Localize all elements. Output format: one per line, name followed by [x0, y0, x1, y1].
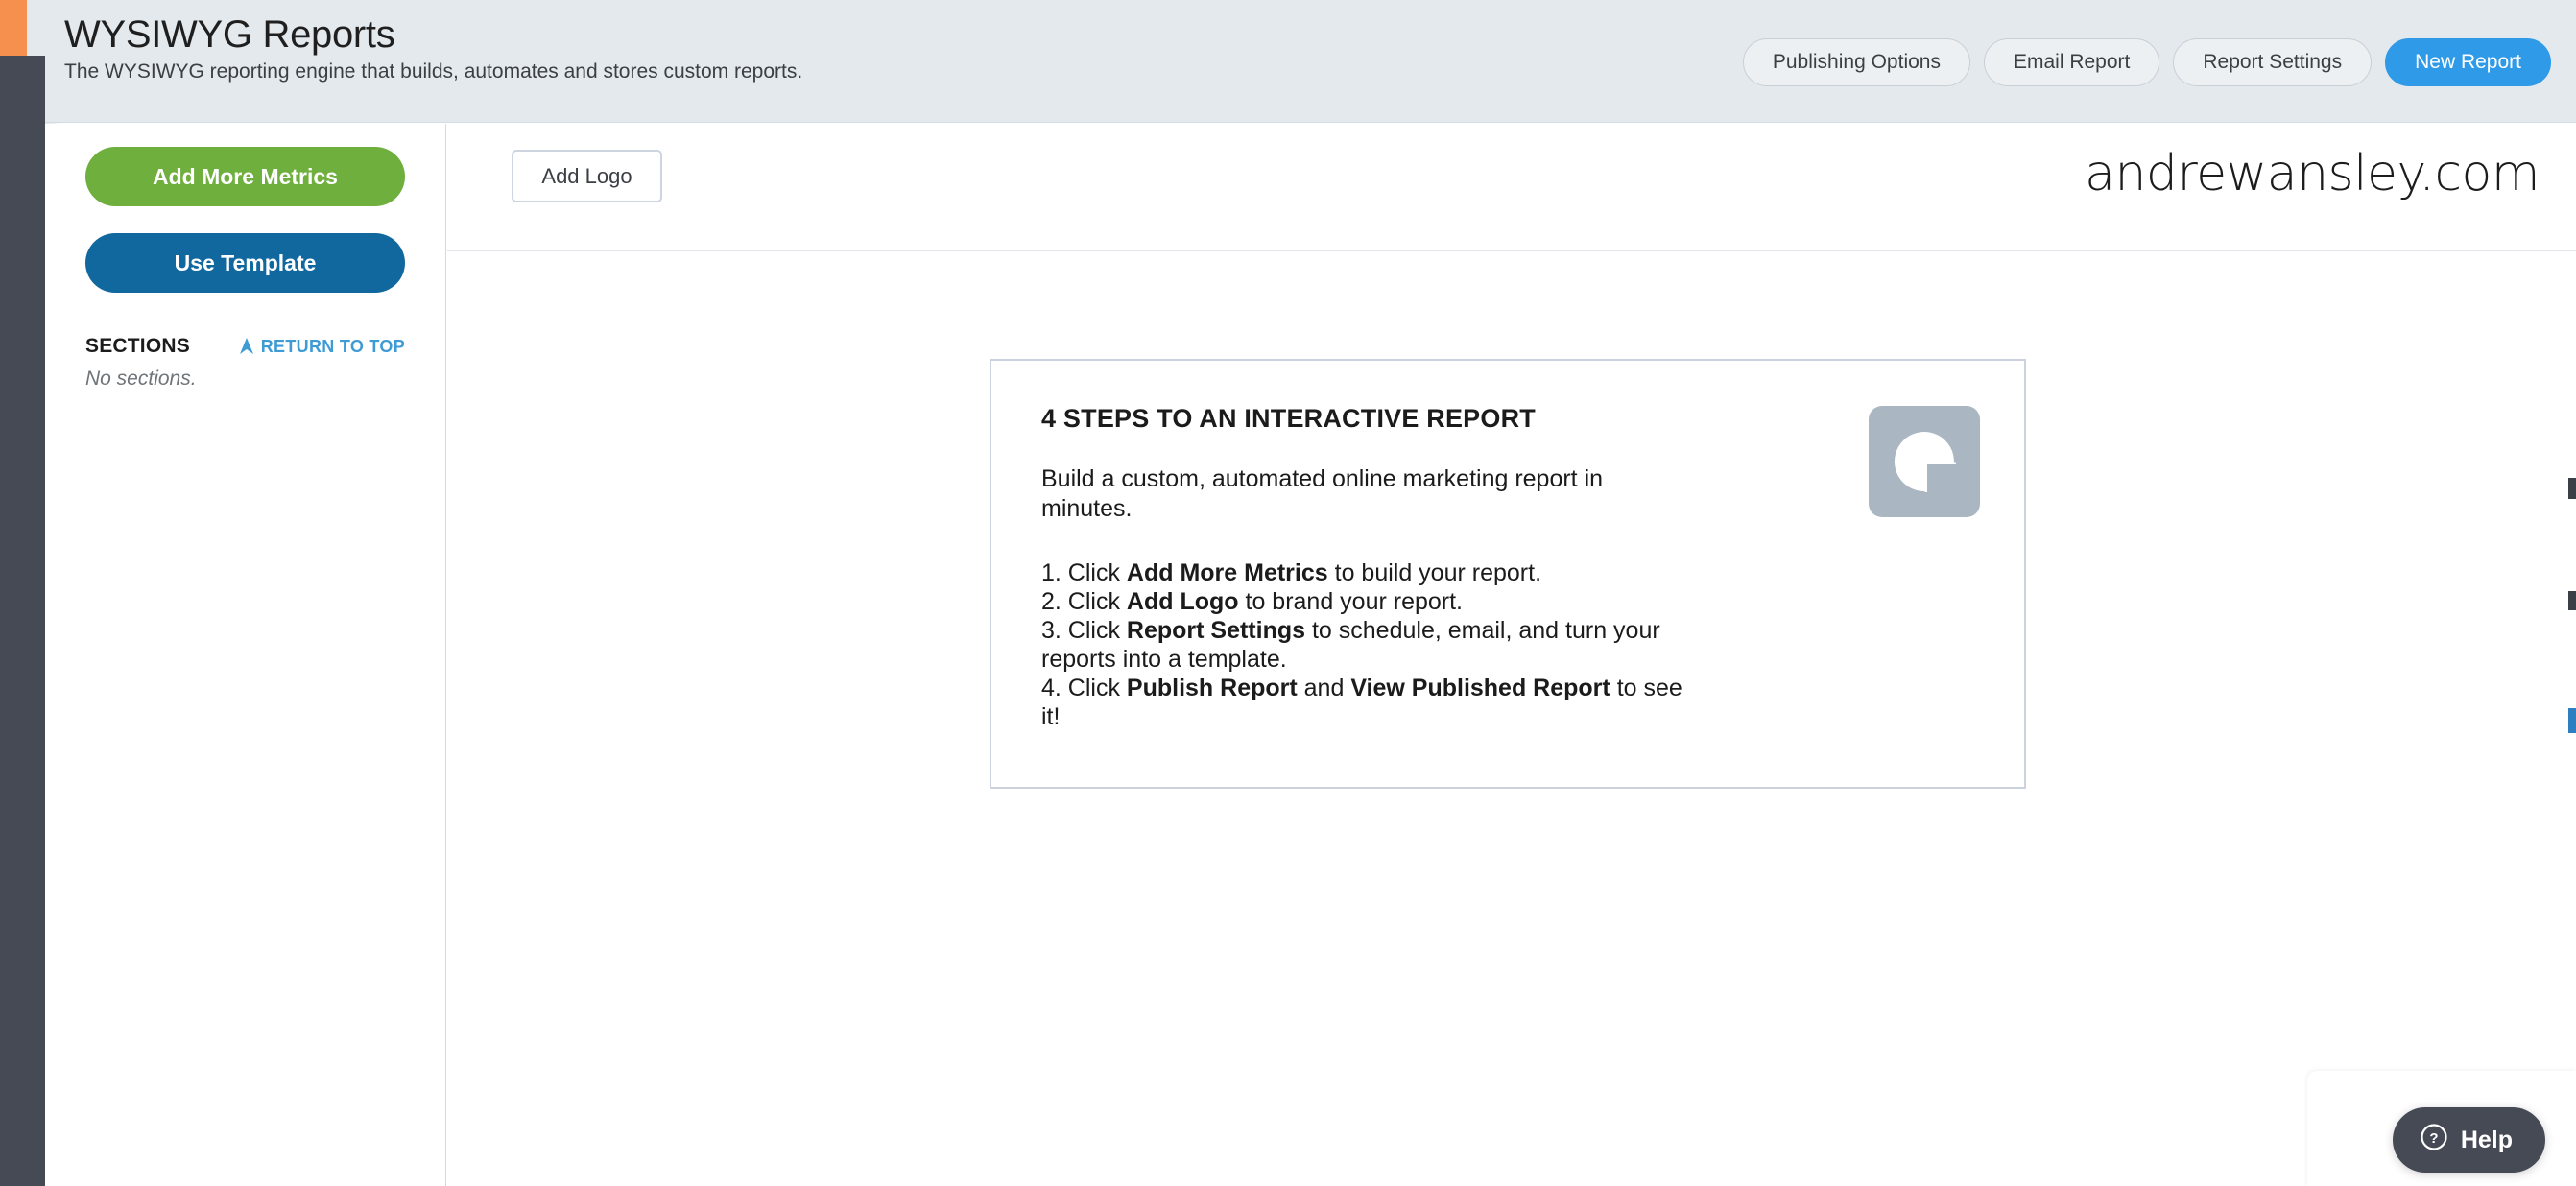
sections-heading: SECTIONS — [85, 335, 190, 357]
sections-empty-state: No sections. — [85, 368, 197, 390]
global-nav-orange-strip — [0, 0, 27, 56]
return-to-top-label: RETURN TO TOP — [260, 336, 405, 356]
onboarding-card-lead: Build a custom, automated online marketi… — [1041, 465, 1604, 522]
page-title: WYSIWYG Reports — [64, 13, 395, 56]
help-button[interactable]: ? Help — [2392, 1107, 2545, 1173]
add-more-metrics-button[interactable]: Add More Metrics — [85, 147, 405, 206]
onboarding-card-title: 4 STEPS TO AN INTERACTIVE REPORT — [1041, 404, 1536, 433]
new-report-button[interactable]: New Report — [2385, 38, 2551, 86]
arrow-up-icon — [239, 338, 254, 355]
add-logo-button[interactable]: Add Logo — [512, 150, 662, 202]
report-sidebar: Add More Metrics Use Template SECTIONS R… — [45, 124, 446, 1186]
page-subtitle: The WYSIWYG reporting engine that builds… — [64, 60, 803, 83]
page-header: WYSIWYG Reports The WYSIWYG reporting en… — [45, 0, 2576, 123]
header-left-filler — [27, 0, 45, 56]
report-settings-button[interactable]: Report Settings — [2173, 38, 2373, 86]
app-root: WYSIWYG Reports The WYSIWYG reporting en… — [0, 0, 2576, 1186]
header-actions: Publishing Options Email Report Report S… — [1742, 38, 2551, 86]
onboarding-step-2: 2. Click Add Logo to brand your report. — [1041, 588, 1464, 615]
help-button-label: Help — [2460, 1126, 2513, 1153]
sections-header-row: SECTIONS RETURN TO TOP — [85, 335, 405, 358]
onboarding-card-steps: 1. Click Add More Metrics to build your … — [1041, 558, 1694, 731]
svg-text:?: ? — [2429, 1130, 2438, 1147]
global-nav-dark-strip[interactable] — [0, 56, 45, 1186]
right-edge-sliver-blue — [2568, 708, 2576, 733]
publishing-options-button[interactable]: Publishing Options — [1742, 38, 1970, 86]
onboarding-step-3: 3. Click Report Settings to schedule, em… — [1041, 617, 1660, 673]
report-site-domain: andrewansley.com — [2085, 145, 2540, 202]
pie-chart-icon — [1869, 406, 1980, 517]
right-edge-sliver-mid — [2568, 591, 2576, 610]
header-titles: WYSIWYG Reports The WYSIWYG reporting en… — [64, 12, 802, 84]
question-circle-icon: ? — [2420, 1123, 2448, 1158]
email-report-button[interactable]: Email Report — [1983, 38, 2160, 86]
right-edge-sliver-top — [2568, 478, 2576, 499]
use-template-button[interactable]: Use Template — [85, 233, 405, 293]
onboarding-step-4: 4. Click Publish Report and View Publish… — [1041, 675, 1682, 730]
report-logo-row: Add Logo andrewansley.com — [447, 124, 2576, 251]
return-to-top-link[interactable]: RETURN TO TOP — [239, 337, 405, 357]
report-canvas: Add Logo andrewansley.com 4 STEPS TO AN … — [447, 124, 2576, 1186]
onboarding-card: 4 STEPS TO AN INTERACTIVE REPORT Build a… — [990, 359, 2026, 789]
onboarding-step-1: 1. Click Add More Metrics to build your … — [1041, 559, 1542, 586]
